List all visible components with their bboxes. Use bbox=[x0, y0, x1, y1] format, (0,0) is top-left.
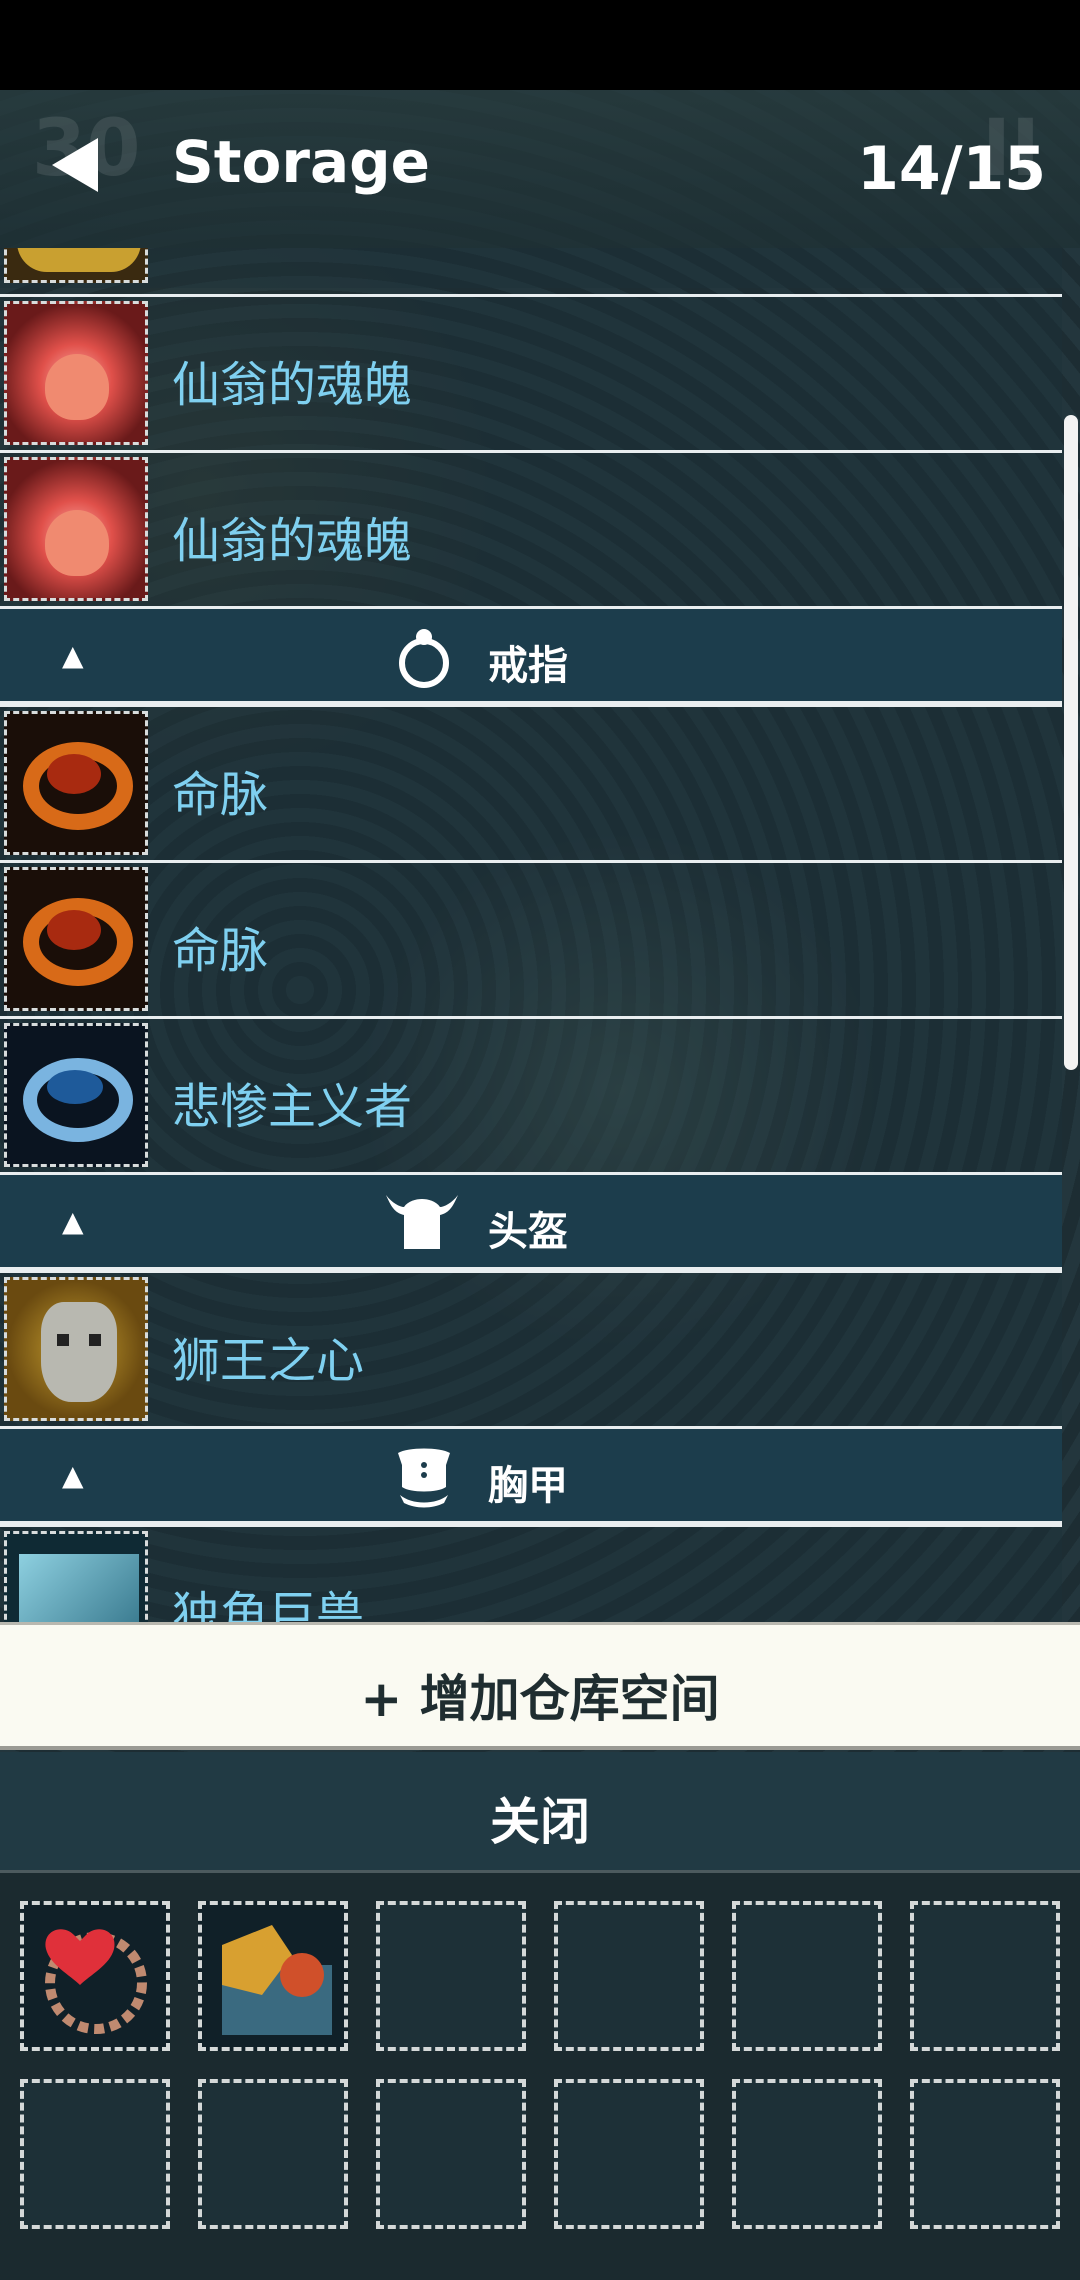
inventory-slot[interactable] bbox=[20, 1901, 170, 2051]
list-item[interactable]: 悲惨主义者 bbox=[0, 1016, 1062, 1172]
gauntlet-icon bbox=[222, 1925, 332, 2035]
inventory-slot-empty[interactable] bbox=[732, 2079, 882, 2229]
list-item[interactable]: 仙翁的魂魄 bbox=[0, 450, 1062, 606]
section-header-rings[interactable]: ▲ 戒指 bbox=[0, 606, 1062, 704]
ring-icon-orange bbox=[4, 711, 148, 855]
storage-list[interactable]: 仙翁的魂魄 仙翁的魂魄 ▲ 戒指 命脉 命脉 悲惨主义者 ▲ 头盔 狮王之心 ▲… bbox=[0, 248, 1062, 1622]
item-name: 命脉 bbox=[172, 923, 269, 979]
inventory-slot-empty[interactable] bbox=[376, 2079, 526, 2229]
soul-potion-icon bbox=[4, 457, 148, 601]
list-item[interactable] bbox=[0, 248, 1062, 288]
item-name: 悲惨主义者 bbox=[172, 1079, 413, 1135]
section-label: 头盔 bbox=[488, 1209, 568, 1255]
item-name: 独角巨兽 bbox=[172, 1587, 365, 1622]
heart-amulet-icon bbox=[45, 1929, 147, 2034]
ring-icon-orange bbox=[4, 867, 148, 1011]
chest-armor-category-icon bbox=[398, 1448, 450, 1508]
status-bar bbox=[0, 0, 1080, 90]
ring-icon-blue bbox=[4, 1023, 148, 1167]
list-item[interactable]: 独角巨兽 bbox=[0, 1524, 1062, 1622]
collapse-toggle-icon[interactable]: ▲ bbox=[62, 1205, 84, 1238]
back-button[interactable] bbox=[52, 138, 100, 192]
inventory-slot-empty[interactable] bbox=[554, 1901, 704, 2051]
helmet-mask-icon bbox=[4, 1277, 148, 1421]
inventory-slot-empty[interactable] bbox=[554, 2079, 704, 2229]
inventory-slot-empty[interactable] bbox=[376, 1901, 526, 2051]
inventory-slot[interactable] bbox=[198, 1901, 348, 2051]
back-arrow-icon bbox=[52, 138, 98, 192]
helmet-category-icon bbox=[386, 1195, 458, 1249]
close-label: 关闭 bbox=[490, 1793, 590, 1851]
item-name: 狮王之心 bbox=[172, 1333, 365, 1389]
collapse-toggle-icon[interactable]: ▲ bbox=[62, 1459, 84, 1492]
item-name: 仙翁的魂魄 bbox=[172, 357, 413, 413]
item-name: 仙翁的魂魄 bbox=[172, 513, 413, 569]
section-label: 戒指 bbox=[488, 643, 568, 689]
ring-category-icon bbox=[399, 629, 449, 688]
armor-beast-icon bbox=[4, 1531, 148, 1622]
section-label: 胸甲 bbox=[488, 1463, 568, 1509]
list-item[interactable]: 狮王之心 bbox=[0, 1270, 1062, 1426]
inventory-slot-empty[interactable] bbox=[732, 1901, 882, 2051]
section-header-helmets[interactable]: ▲ 头盔 bbox=[0, 1172, 1062, 1270]
inventory-slot-empty[interactable] bbox=[20, 2079, 170, 2229]
list-item[interactable]: 命脉 bbox=[0, 704, 1062, 860]
item-name: 命脉 bbox=[172, 767, 269, 823]
inventory-slot-empty[interactable] bbox=[198, 2079, 348, 2229]
item-thumbnail bbox=[4, 248, 148, 283]
storage-count: 14/15 bbox=[857, 134, 1046, 204]
inventory-slot-empty[interactable] bbox=[910, 1901, 1060, 2051]
collapse-toggle-icon[interactable]: ▲ bbox=[62, 639, 84, 672]
section-header-chest-armor[interactable]: ▲ 胸甲 bbox=[0, 1426, 1062, 1524]
inventory-slot-empty[interactable] bbox=[910, 2079, 1060, 2229]
list-scrollbar[interactable] bbox=[1064, 415, 1078, 1070]
add-storage-button[interactable]: + 增加仓库空间 bbox=[0, 1622, 1080, 1750]
inventory-panel bbox=[0, 1870, 1080, 2280]
close-button[interactable]: 关闭 bbox=[0, 1752, 1080, 1870]
list-item[interactable]: 仙翁的魂魄 bbox=[0, 294, 1062, 450]
page-title: Storage bbox=[172, 128, 430, 196]
soul-potion-icon bbox=[4, 301, 148, 445]
list-item[interactable]: 命脉 bbox=[0, 860, 1062, 1016]
add-storage-label: + 增加仓库空间 bbox=[360, 1670, 720, 1728]
